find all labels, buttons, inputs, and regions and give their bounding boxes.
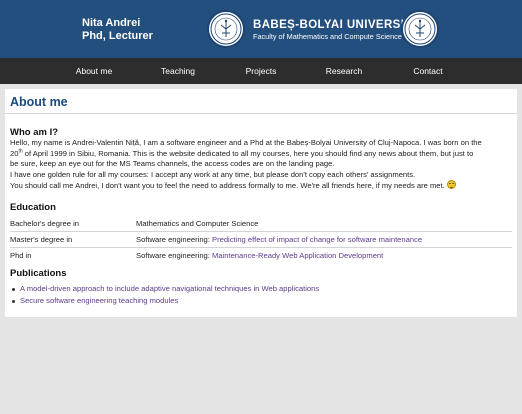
main-nav: About me Teaching Projects Research Cont… (0, 58, 522, 84)
who-paragraph: Hello, my name is Andrei-Valentin Niță, … (10, 138, 512, 192)
degree-field-wrap: Software engineering: Maintenance-Ready … (136, 251, 383, 260)
who-line-3: be sure, keep an eye out for the MS Team… (10, 159, 335, 168)
education-row: Master's degree in Software engineering:… (10, 231, 512, 247)
degree-label: Phd in (10, 251, 32, 260)
degree-field: Software engineering: (136, 251, 210, 260)
degree-label: Master's degree in (10, 235, 73, 244)
university-seal-icon (207, 10, 245, 48)
publications-heading: Publications (10, 268, 67, 279)
who-line-5: You should call me Andrei, I don't want … (10, 180, 512, 192)
degree-field: Mathematics and Computer Science (136, 219, 259, 228)
degree-label: Bachelor's degree in (10, 219, 79, 228)
nav-research[interactable]: Research (316, 58, 372, 84)
publication-link[interactable]: A model-driven approach to include adapt… (20, 284, 319, 293)
who-line-2: 20th of April 1999 in Sibiu, Romania. Th… (10, 147, 474, 158)
thesis-link[interactable]: Maintenance-Ready Web Application Develo… (212, 251, 383, 260)
faculty-name: Faculty of Mathematics and Compute Scien… (253, 32, 402, 41)
thesis-link[interactable]: Predicting effect of impact of change fo… (212, 235, 422, 244)
smiley-icon (446, 180, 456, 189)
university-seal-icon (401, 10, 439, 48)
degree-field: Software engineering: (136, 235, 210, 244)
publications-list: A model-driven approach to include adapt… (11, 283, 319, 307)
nav-about-me[interactable]: About me (66, 58, 122, 84)
education-row: Bachelor's degree in Mathematics and Com… (10, 215, 512, 231)
nav-contact[interactable]: Contact (400, 58, 456, 84)
content-card: About me Who am I? Hello, my name is And… (5, 89, 517, 317)
education-heading: Education (10, 202, 56, 213)
education-row: Phd in Software engineering: Maintenance… (10, 247, 512, 263)
nav-projects[interactable]: Projects (233, 58, 289, 84)
degree-field-wrap: Software engineering: Predicting effect … (136, 235, 422, 244)
site-header: Nita Andrei Phd, Lecturer BABEȘ-BOLYAI U… (0, 0, 522, 58)
list-item: A model-driven approach to include adapt… (11, 283, 319, 295)
person-name: Nita Andrei (82, 17, 141, 29)
who-heading: Who am I? (10, 127, 59, 138)
nav-teaching[interactable]: Teaching (150, 58, 206, 84)
who-line-1: Hello, my name is Andrei-Valentin Niță, … (10, 138, 482, 147)
person-info: Nita Andrei Phd, Lecturer (82, 17, 153, 43)
person-role: Phd, Lecturer (82, 30, 153, 42)
university-name: BABEȘ-BOLYAI UNIVERSITY (253, 19, 420, 31)
university-block: BABEȘ-BOLYAI UNIVERSITY Faculty of Mathe… (253, 19, 420, 41)
publication-link[interactable]: Secure software engineering teaching mod… (20, 296, 178, 305)
page-title: About me (10, 95, 68, 109)
who-line-4: I have one golden rule for all my course… (10, 169, 416, 179)
divider (5, 113, 517, 114)
list-item: Secure software engineering teaching mod… (11, 295, 319, 307)
